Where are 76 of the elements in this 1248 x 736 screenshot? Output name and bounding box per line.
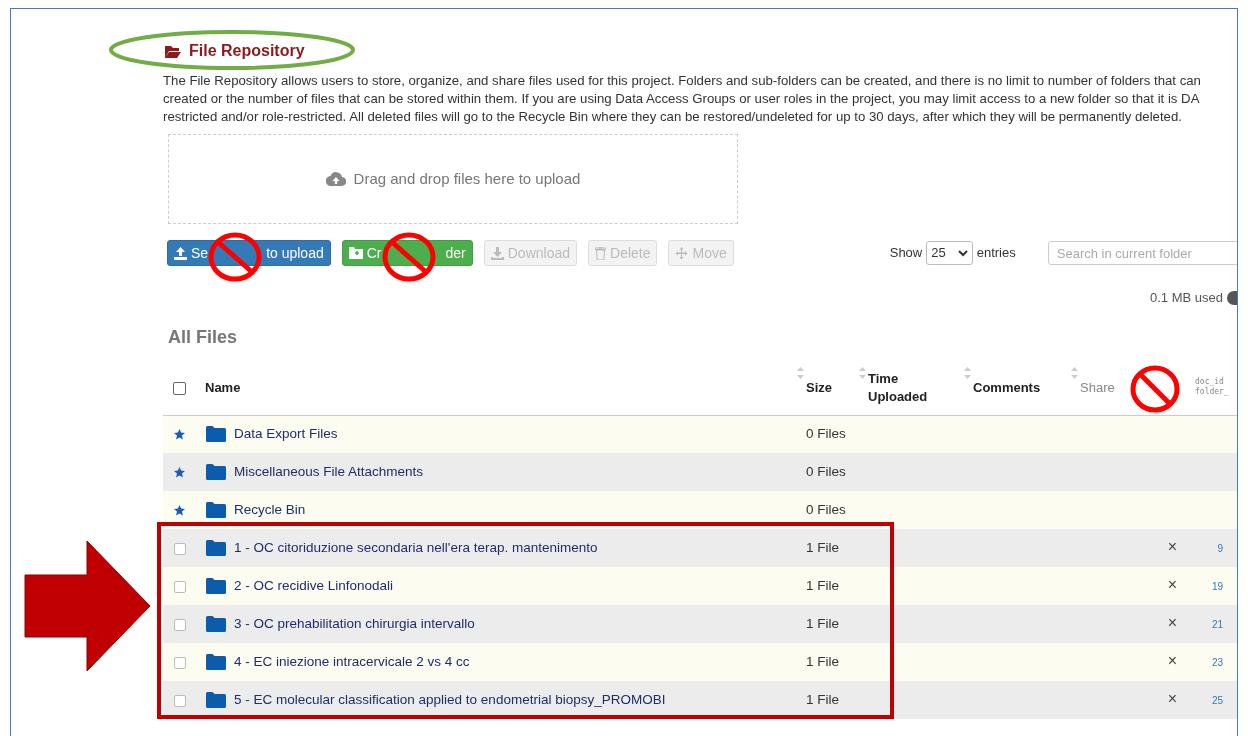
checkbox[interactable] [174,618,186,631]
doc-id-link[interactable]: 19 [1211,581,1223,593]
column-header[interactable]: Name [205,379,241,397]
checkbox[interactable] [174,580,186,593]
column-header[interactable]: Share [1080,378,1115,398]
checkbox[interactable] [174,656,186,669]
description-text: created or the number of files that can be stored within them. If you are using Data Access Groups or user roles in the project, you may limit access to a new folder so that it is DA [163,90,1201,108]
folder-icon [206,578,226,594]
column-header[interactable]: Time Uploaded [868,369,928,406]
prohibition-icon [382,232,436,282]
delete-button[interactable]: × [1167,539,1178,556]
checkbox[interactable] [174,694,186,707]
folder-link[interactable]: 3 - OC prehabilitation chirurgia intervallo [234,613,475,635]
checkbox[interactable] [174,542,186,555]
size-text: 0 Files [806,463,846,479]
entries-select[interactable]: 25 [926,241,973,265]
column-header[interactable]: doc_id folder_ [1195,376,1229,397]
sort-icon[interactable] [859,367,866,379]
cloud-upload-icon [325,172,346,186]
show-label: Show [889,244,923,263]
dropzone[interactable]: Drag and drop files here to upload [168,134,738,224]
move-icon [675,246,689,260]
doc-id-link[interactable]: 21 [1211,619,1223,631]
sort-icon[interactable] [964,367,971,379]
folder-icon [206,692,226,708]
star-icon [174,428,185,440]
delete-button[interactable]: × [1167,615,1178,632]
column-header[interactable]: Size [806,379,832,397]
chevron-down-icon [957,249,968,257]
description-text: restricted and/or role-restricted. All deleted files will go to the Recycle Bin where they can be restored/undeleted for up to 30 days, after which they will be permanently deleted. [163,108,1183,126]
folder-plus-icon [348,247,363,259]
star-icon [174,466,185,478]
description-text: The File Repository allows users to store, organize, and share files used for this project. Folders and sub-folders can be created, and there is no limit to number of folders that can [163,72,1202,90]
checkbox[interactable] [173,382,186,396]
folder-icon [206,464,226,480]
folder-link[interactable]: 5 - EC molecular classification applied to endometrial biopsy_PROMOBI [234,689,666,711]
doc-id-link[interactable]: 9 [1217,543,1223,555]
size-text: 1 File [806,653,839,669]
doc-id-link[interactable]: 25 [1211,695,1223,707]
folder-icon [206,616,226,632]
prohibition-icon [208,232,262,282]
folder-link[interactable]: 2 - OC recidive Linfonodali [234,575,394,597]
entries-label: entries [976,244,1016,263]
folder-icon [206,426,226,443]
folder-link[interactable]: Data Export Files [234,424,338,445]
size-text: 0 Files [806,426,846,442]
star-icon [174,504,185,516]
section-title: All Files [168,326,239,349]
folder-icon [165,44,181,58]
folder-link[interactable]: 4 - EC iniezione intracervicale 2 vs 4 cc [234,651,470,673]
delete-button[interactable]: × [1167,691,1178,708]
folder-icon [206,502,226,518]
prohibition-icon [1130,364,1180,414]
delete-button[interactable]: × [1167,577,1178,594]
folder-icon [206,654,226,670]
upload-icon [174,246,187,260]
sort-icon[interactable] [797,367,804,379]
page-title: File Repository [189,41,305,61]
size-text: 1 File [806,577,839,593]
size-text: 1 File [806,539,839,555]
sort-icon[interactable] [1071,367,1078,379]
size-text: 1 File [806,691,839,707]
folder-link[interactable]: 1 - OC citoriduzione secondaria nell'era terap. mantenimento [234,537,598,559]
usage-text: 0.1 MB used [1150,289,1223,308]
folder-link[interactable]: Recycle Bin [234,499,306,521]
search-field[interactable]: Search in current folder [1047,241,1237,265]
delete-button[interactable]: × [1167,653,1178,670]
folder-icon [206,540,226,556]
size-text: 1 File [806,615,839,631]
folder-link[interactable]: Miscellaneous File Attachments [234,461,424,483]
trash-icon [595,246,606,260]
download-icon [490,246,504,260]
dropzone-text: Drag and drop files here to upload [353,168,581,189]
size-text: 0 Files [806,501,846,517]
column-header[interactable]: Comments [973,379,1041,397]
doc-id-link[interactable]: 23 [1211,657,1223,669]
